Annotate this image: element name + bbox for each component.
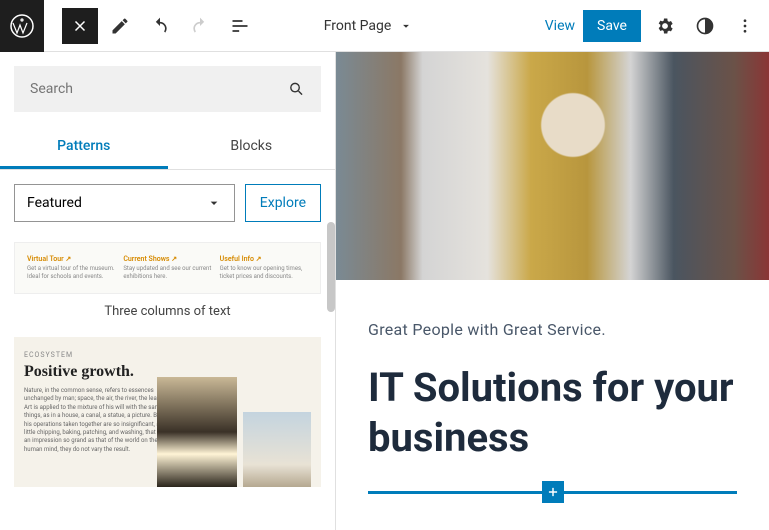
subtitle-text[interactable]: Great People with Great Service. bbox=[368, 320, 737, 339]
redo-button[interactable] bbox=[182, 8, 218, 44]
pattern-preview: ECOSYSTEM Positive growth. Nature, in th… bbox=[14, 337, 321, 487]
tab-blocks[interactable]: Blocks bbox=[168, 126, 336, 169]
styles-button[interactable] bbox=[689, 10, 721, 42]
sidebar-scrollbar[interactable] bbox=[327, 222, 335, 312]
headline-text[interactable]: IT Solutions for your business bbox=[368, 363, 737, 463]
save-button[interactable]: Save bbox=[583, 10, 641, 42]
search-input[interactable] bbox=[30, 81, 288, 97]
block-inserter-sidebar: Patterns Blocks Featured Explore Virtual… bbox=[0, 52, 336, 530]
chevron-down-icon bbox=[399, 19, 413, 33]
plus-icon bbox=[546, 485, 560, 499]
chevron-down-icon bbox=[206, 195, 222, 211]
pattern-label: Three columns of text bbox=[14, 304, 321, 319]
inserter-tabs: Patterns Blocks bbox=[0, 126, 335, 170]
contrast-icon bbox=[695, 16, 715, 36]
pattern-item[interactable]: ECOSYSTEM Positive growth. Nature, in th… bbox=[14, 337, 321, 487]
pattern-item[interactable]: Virtual Tour ↗Get a virtual tour of the … bbox=[14, 242, 321, 319]
preview-image bbox=[157, 377, 237, 487]
pattern-preview: Virtual Tour ↗Get a virtual tour of the … bbox=[14, 242, 321, 294]
top-toolbar: Front Page View Save bbox=[0, 0, 769, 52]
block-appender-divider bbox=[368, 491, 737, 494]
kebab-icon bbox=[736, 17, 754, 35]
document-overview-button[interactable] bbox=[222, 8, 258, 44]
dropdown-value: Featured bbox=[27, 195, 82, 211]
document-title-dropdown[interactable]: Front Page bbox=[324, 18, 414, 34]
explore-patterns-button[interactable]: Explore bbox=[245, 184, 321, 222]
preview-image bbox=[243, 412, 311, 487]
add-block-button[interactable] bbox=[542, 481, 564, 503]
search-box[interactable] bbox=[14, 66, 321, 112]
document-title: Front Page bbox=[324, 18, 392, 34]
gear-icon bbox=[655, 16, 675, 36]
wordpress-logo[interactable] bbox=[0, 0, 44, 52]
tab-patterns[interactable]: Patterns bbox=[0, 126, 168, 169]
more-options-button[interactable] bbox=[729, 10, 761, 42]
edit-tool-button[interactable] bbox=[102, 8, 138, 44]
hero-image[interactable] bbox=[336, 52, 769, 280]
view-link[interactable]: View bbox=[545, 18, 575, 34]
pattern-category-dropdown[interactable]: Featured bbox=[14, 184, 235, 222]
close-inserter-button[interactable] bbox=[62, 8, 98, 44]
editor-canvas[interactable]: Great People with Great Service. IT Solu… bbox=[336, 52, 769, 530]
undo-button[interactable] bbox=[142, 8, 178, 44]
search-icon bbox=[288, 80, 305, 98]
settings-button[interactable] bbox=[649, 10, 681, 42]
